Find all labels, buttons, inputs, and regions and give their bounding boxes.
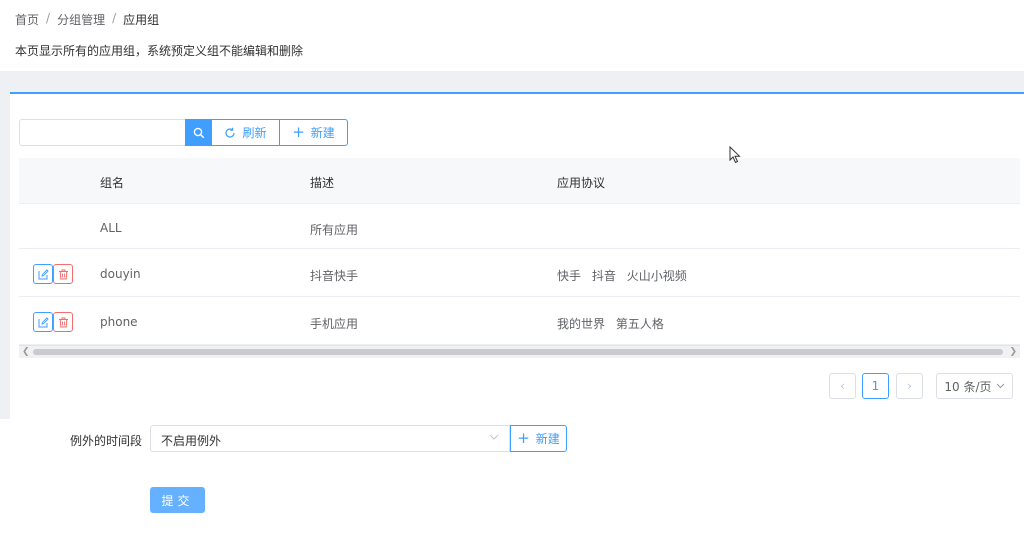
page-description: 本页显示所有的应用组，系统预定义组不能编辑和删除 [15,44,304,58]
scroll-right-icon[interactable]: ❯ [1009,346,1017,358]
row-group-description: 所有应用 [310,223,359,237]
search-icon [193,127,204,138]
refresh-button[interactable]: 刷新 [211,119,280,146]
page-number-current[interactable]: 1 [862,373,889,399]
edit-icon [38,316,49,327]
protocol-tag: 快手 [557,269,582,283]
trash-icon [58,317,68,327]
exception-time-value: 不启用例外 [161,434,222,448]
chevron-left-icon: ‹ [840,379,845,393]
breadcrumb-current: 应用组 [123,13,160,27]
chevron-down-icon [489,434,499,440]
protocol-tag: 抖音 [591,269,616,283]
row-group-description: 手机应用 [310,317,359,331]
table-row: ALL 所有应用 [19,204,1020,249]
column-header-protocols[interactable]: 应用协议 [557,174,605,191]
horizontal-scrollbar[interactable]: ❮ ❯ [19,345,1020,358]
search-input[interactable] [19,119,186,146]
breadcrumb-group-management[interactable]: 分组管理 [57,11,105,28]
breadcrumb: 首页 / 分组管理 / 应用组 [15,11,159,28]
row-group-name: phone [100,315,138,329]
app-group-table: 组名 描述 应用协议 ALL 所有应用 douyin 抖音快手 快手 抖音 火山… [19,158,1020,345]
breadcrumb-home[interactable]: 首页 [15,11,39,28]
row-group-name: douyin [100,267,141,281]
row-group-description: 抖音快手 [310,269,359,283]
breadcrumb-separator: / [46,11,51,25]
edit-icon [38,268,49,279]
breadcrumb-separator: / [112,11,117,25]
protocol-tag: 我的世界 [557,317,606,331]
submit-button[interactable]: 提交 [150,487,205,513]
protocol-tag: 第五人格 [615,317,664,331]
next-page-button[interactable]: › [896,373,923,399]
plus-icon: + [517,429,530,447]
refresh-icon [225,127,236,138]
trash-icon [58,269,68,279]
exception-time-select[interactable]: 不启用例外 [150,425,510,452]
protocol-tag: 火山小视频 [626,269,687,283]
new-label: 新建 [310,126,335,140]
row-protocols: 我的世界 第五人格 [557,315,671,332]
row-protocols: 快手 抖音 火山小视频 [557,267,694,284]
page-size-select[interactable]: 10 条/页 [936,373,1013,399]
column-header-description[interactable]: 描述 [310,174,334,191]
refresh-label: 刷新 [242,126,267,140]
column-header-name[interactable]: 组名 [100,174,124,191]
table-header: 组名 描述 应用协议 [19,158,1020,204]
delete-button[interactable] [53,312,73,332]
scrollbar-thumb[interactable] [33,349,1003,355]
new-exception-button[interactable]: + 新建 [510,425,567,452]
exception-time-label: 例外的时间段 [70,434,143,448]
new-exception-label: 新建 [535,432,560,446]
mouse-cursor-icon [729,146,741,164]
table-row: phone 手机应用 我的世界 第五人格 [19,297,1020,345]
card-left-margin [0,93,10,419]
page-size-value: 10 条/页 [944,379,992,394]
scroll-left-icon[interactable]: ❮ [22,346,30,358]
new-group-button[interactable]: + 新建 [279,119,348,146]
prev-page-button[interactable]: ‹ [829,373,856,399]
page-header: 首页 / 分组管理 / 应用组 本页显示所有的应用组，系统预定义组不能编辑和删除 [0,0,1024,71]
delete-button[interactable] [53,264,73,284]
plus-icon: + [292,123,305,141]
table-row: douyin 抖音快手 快手 抖音 火山小视频 [19,249,1020,297]
chevron-down-icon [996,383,1004,389]
chevron-right-icon: › [907,379,912,393]
edit-button[interactable] [33,264,53,284]
edit-button[interactable] [33,312,53,332]
section-divider [0,71,1024,93]
search-button[interactable] [185,119,212,146]
row-group-name: ALL [100,221,122,235]
